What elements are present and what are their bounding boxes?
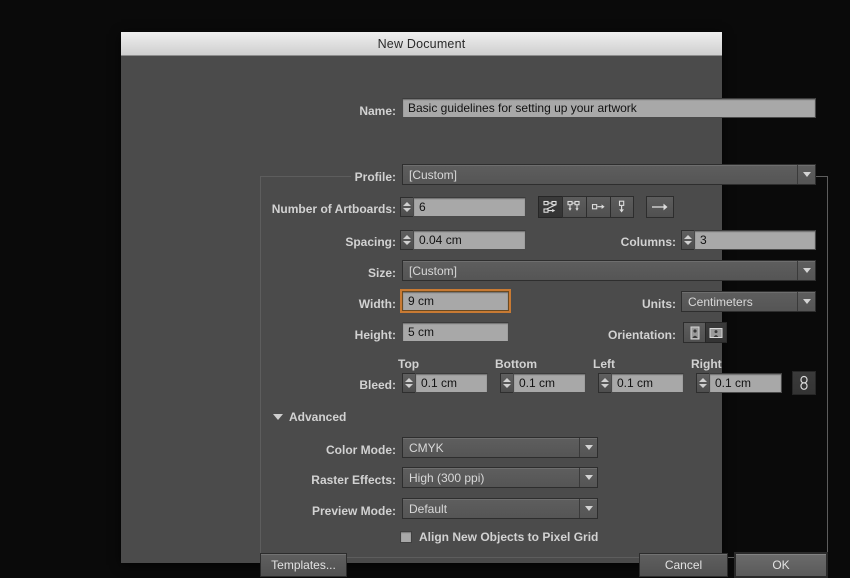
spacing-input[interactable]: 0.04 cm [413, 230, 526, 250]
orientation-portrait-icon [688, 326, 702, 340]
spacing-stepper[interactable] [400, 230, 413, 250]
chevron-down-icon [797, 261, 815, 280]
orientation-landscape-icon [709, 326, 723, 340]
bleed-header-right: Right [691, 357, 722, 371]
spacing-label: Spacing: [276, 235, 396, 249]
height-label: Height: [286, 328, 396, 342]
width-input[interactable]: 9 cm [402, 291, 509, 311]
templates-button[interactable]: Templates... [260, 553, 347, 577]
bleed-top-stepper[interactable] [402, 373, 415, 393]
ok-button[interactable]: OK [734, 552, 828, 578]
orientation-label: Orientation: [556, 328, 676, 342]
chevron-down-icon [273, 414, 283, 420]
raster-effects-value: High (300 ppi) [409, 471, 579, 485]
artboards-stepper-group: 6 [400, 197, 526, 217]
bleed-right-input[interactable]: 0.1 cm [709, 373, 782, 393]
bleed-right-group: 0.1 cm [696, 373, 782, 393]
bleed-bottom-input[interactable]: 0.1 cm [513, 373, 586, 393]
columns-stepper-group: 3 [681, 230, 816, 250]
orientation-landscape-button[interactable] [705, 322, 727, 343]
profile-label: Profile: [271, 170, 396, 184]
artboards-label: Number of Artboards: [246, 202, 396, 216]
artboard-flow-direction-icon [650, 201, 670, 213]
artboard-arrange-by-row-icon [591, 200, 607, 214]
artboards-stepper[interactable] [400, 197, 413, 217]
units-dropdown[interactable]: Centimeters [681, 291, 816, 312]
color-mode-label: Color Mode: [256, 443, 396, 457]
chevron-down-icon [579, 499, 597, 518]
bleed-bottom-stepper[interactable] [500, 373, 513, 393]
name-input[interactable]: Basic guidelines for setting up your art… [402, 98, 816, 118]
artboard-arrange-by-column-icon [614, 200, 630, 214]
size-label: Size: [296, 266, 396, 280]
color-mode-value: CMYK [409, 441, 579, 455]
artboard-grid-by-column-icon [567, 200, 583, 214]
bleed-top-input[interactable]: 0.1 cm [415, 373, 488, 393]
bleed-right-stepper[interactable] [696, 373, 709, 393]
height-input[interactable]: 5 cm [402, 322, 509, 342]
chevron-down-icon [579, 438, 597, 457]
align-pixel-grid-row[interactable]: Align New Objects to Pixel Grid [400, 530, 598, 544]
bleed-link-chain-icon [798, 375, 810, 391]
raster-effects-label: Raster Effects: [256, 473, 396, 487]
preview-mode-value: Default [409, 502, 579, 516]
units-label: Units: [576, 297, 676, 311]
columns-input[interactable]: 3 [694, 230, 816, 250]
chevron-down-icon [579, 468, 597, 487]
artboards-input[interactable]: 6 [413, 197, 526, 217]
bleed-bottom-group: 0.1 cm [500, 373, 586, 393]
profile-value: [Custom] [409, 168, 797, 182]
align-pixel-grid-label: Align New Objects to Pixel Grid [419, 530, 598, 544]
new-document-dialog: New Document Name: Basic guidelines for … [121, 32, 722, 563]
bleed-left-group: 0.1 cm [598, 373, 684, 393]
bleed-header-left: Left [593, 357, 615, 371]
columns-stepper[interactable] [681, 230, 694, 250]
dialog-title: New Document [378, 37, 466, 51]
chevron-down-icon [797, 165, 815, 184]
dialog-titlebar: New Document [121, 32, 722, 56]
artboard-arrangement-buttons [538, 196, 634, 218]
orientation-buttons [683, 322, 727, 343]
preview-mode-label: Preview Mode: [256, 504, 396, 518]
size-value: [Custom] [409, 264, 797, 278]
columns-label: Columns: [561, 235, 676, 249]
color-mode-dropdown[interactable]: CMYK [402, 437, 598, 458]
width-label: Width: [286, 297, 396, 311]
profile-dropdown[interactable]: [Custom] [402, 164, 816, 185]
spacing-stepper-group: 0.04 cm [400, 230, 526, 250]
bleed-link-button[interactable] [792, 371, 816, 395]
bleed-header-bottom: Bottom [495, 357, 537, 371]
bleed-label: Bleed: [296, 378, 396, 392]
bleed-header-top: Top [398, 357, 419, 371]
advanced-label: Advanced [289, 410, 346, 424]
artboard-grid-by-column-button[interactable] [562, 196, 586, 218]
advanced-disclosure[interactable]: Advanced [273, 410, 346, 424]
align-pixel-grid-checkbox[interactable] [400, 531, 412, 543]
bleed-left-input[interactable]: 0.1 cm [611, 373, 684, 393]
chevron-down-icon [797, 292, 815, 311]
artboard-grid-by-row-button[interactable] [538, 196, 562, 218]
units-value: Centimeters [688, 295, 797, 309]
preview-mode-dropdown[interactable]: Default [402, 498, 598, 519]
bleed-left-stepper[interactable] [598, 373, 611, 393]
name-label: Name: [266, 104, 396, 118]
bleed-top-group: 0.1 cm [402, 373, 488, 393]
dialog-body: Name: Basic guidelines for setting up yo… [121, 56, 722, 563]
orientation-portrait-button[interactable] [683, 322, 705, 343]
artboard-arrange-by-column-button[interactable] [610, 196, 634, 218]
size-dropdown[interactable]: [Custom] [402, 260, 816, 281]
cancel-button[interactable]: Cancel [639, 553, 728, 577]
artboard-arrange-by-row-button[interactable] [586, 196, 610, 218]
artboard-flow-direction-button[interactable] [646, 196, 674, 218]
raster-effects-dropdown[interactable]: High (300 ppi) [402, 467, 598, 488]
artboard-grid-by-row-icon [543, 200, 559, 214]
